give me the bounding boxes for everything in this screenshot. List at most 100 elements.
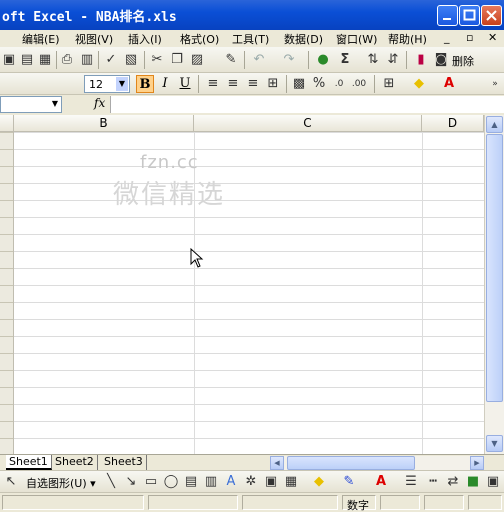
doc-minimize-icon[interactable]: _	[444, 31, 450, 44]
vertical-scrollbar[interactable]: ▲ ▼	[484, 115, 504, 454]
italic-button[interactable]: I	[156, 75, 174, 93]
percent-button[interactable]: %	[310, 75, 328, 93]
autoshapes-menu[interactable]: 自选图形(U) ▾	[26, 475, 96, 491]
spelling-icon[interactable]: ✓	[102, 51, 120, 69]
clipart-icon[interactable]: ▣	[262, 473, 280, 491]
tab-sheet2[interactable]: Sheet2	[52, 455, 98, 470]
print-icon[interactable]: ⎙	[58, 51, 76, 69]
cut-icon[interactable]: ✂	[148, 51, 166, 69]
delete-button[interactable]: 删除	[452, 53, 474, 69]
menu-window[interactable]: 窗口(W)	[336, 31, 377, 47]
status-cell	[380, 495, 420, 510]
close-button[interactable]	[481, 5, 502, 26]
increase-decimal-icon[interactable]: .0	[330, 75, 348, 93]
autosum-icon[interactable]: Σ	[336, 51, 354, 69]
line-style-icon[interactable]: ☰	[402, 473, 420, 491]
toolbar-options-icon[interactable]: »	[486, 75, 504, 93]
line-icon[interactable]: ╲	[102, 473, 120, 491]
font-size-value: 12	[89, 78, 103, 91]
scroll-left-icon[interactable]: ◀	[270, 456, 284, 470]
menu-help[interactable]: 帮助(H)	[388, 31, 427, 47]
rectangle-icon[interactable]: ▭	[142, 473, 160, 491]
row-headers[interactable]	[0, 132, 14, 454]
horizontal-scrollbar[interactable]: ◀ ▶	[270, 456, 484, 470]
save-icon[interactable]: ▤	[18, 51, 36, 69]
font-color-icon[interactable]: A	[372, 473, 390, 491]
print-preview-icon[interactable]: ▥	[78, 51, 96, 69]
doc-close-icon[interactable]: ✕	[488, 31, 497, 44]
select-objects-icon[interactable]: ↖	[2, 473, 20, 491]
diagram-icon[interactable]: ✲	[242, 473, 260, 491]
doc-restore-icon[interactable]: ▫	[466, 31, 473, 44]
maximize-button[interactable]	[459, 5, 480, 26]
dash-style-icon[interactable]: ┅	[424, 473, 442, 491]
status-cell	[468, 495, 502, 510]
font-size-select[interactable]: 12 ▼	[84, 75, 130, 93]
bold-button[interactable]: B	[136, 75, 154, 93]
vertical-textbox-icon[interactable]: ▥	[202, 473, 220, 491]
chevron-down-icon[interactable]: ▼	[52, 99, 58, 108]
shadow-icon[interactable]: ■	[464, 473, 482, 491]
merge-center-icon[interactable]: ⊞	[264, 75, 282, 93]
menu-bar: 编辑(E) 视图(V) 插入(I) 格式(O) 工具(T) 数据(D) 窗口(W…	[0, 30, 504, 47]
scroll-right-icon[interactable]: ▶	[470, 456, 484, 470]
tab-sheet1[interactable]: Sheet1	[6, 455, 52, 470]
separator	[374, 75, 375, 93]
minimize-button[interactable]	[437, 5, 458, 26]
undo-icon[interactable]: ↶	[250, 51, 268, 69]
menu-data[interactable]: 数据(D)	[284, 31, 323, 47]
borders-icon[interactable]: ⊞	[380, 75, 398, 93]
chevron-down-icon[interactable]: ▼	[116, 77, 128, 91]
picture-icon[interactable]: ▦	[282, 473, 300, 491]
column-header-b[interactable]: B	[14, 115, 194, 132]
name-box[interactable]: ▼	[0, 96, 62, 113]
column-header-c[interactable]: C	[194, 115, 422, 132]
currency-icon[interactable]: ▩	[290, 75, 308, 93]
menu-view[interactable]: 视图(V)	[75, 31, 113, 47]
font-color-icon[interactable]: A	[440, 75, 458, 93]
arrow-style-icon[interactable]: ⇄	[444, 473, 462, 491]
menu-insert[interactable]: 插入(I)	[128, 31, 162, 47]
menu-tools[interactable]: 工具(T)	[232, 31, 269, 47]
permission-icon[interactable]: ▦	[36, 51, 54, 69]
copy-icon[interactable]: ❐	[168, 51, 186, 69]
hyperlink-icon[interactable]: ●	[314, 51, 332, 69]
vertical-scroll-thumb[interactable]	[486, 134, 503, 402]
open-icon[interactable]: ▣	[0, 51, 18, 69]
textbox-icon[interactable]: ▤	[182, 473, 200, 491]
line-color-icon[interactable]: ✎	[340, 473, 358, 491]
wordart-icon[interactable]: A	[222, 473, 240, 491]
menu-format[interactable]: 格式(O)	[180, 31, 219, 47]
select-all-corner[interactable]	[0, 115, 14, 132]
sort-descending-icon[interactable]: ⇵	[384, 51, 402, 69]
underline-button[interactable]: U	[176, 75, 194, 93]
tab-sheet3[interactable]: Sheet3	[101, 455, 147, 470]
align-center-icon[interactable]: ≡	[224, 75, 242, 93]
format-painter-icon[interactable]: ✎	[222, 51, 240, 69]
research-icon[interactable]: ▧	[122, 51, 140, 69]
worksheet-grid[interactable]: fzn.cc 微信精选	[0, 132, 484, 454]
insert-function-button[interactable]: fx	[94, 96, 105, 110]
3d-icon[interactable]: ▣	[484, 473, 502, 491]
decrease-decimal-icon[interactable]: .00	[350, 75, 368, 93]
align-left-icon[interactable]: ≡	[204, 75, 222, 93]
scroll-down-icon[interactable]: ▼	[486, 435, 503, 452]
fill-color-icon[interactable]: ◆	[310, 473, 328, 491]
fill-color-icon[interactable]: ◆	[410, 75, 428, 93]
paste-icon[interactable]: ▨	[188, 51, 206, 69]
chart-wizard-icon[interactable]: ▮	[412, 51, 430, 69]
redo-icon[interactable]: ↷	[280, 51, 298, 69]
separator	[286, 75, 287, 93]
separator	[406, 51, 407, 69]
oval-icon[interactable]: ◯	[162, 473, 180, 491]
camera-icon[interactable]: ◙	[432, 51, 450, 69]
menu-edit[interactable]: 编辑(E)	[22, 31, 60, 47]
column-header-d[interactable]: D	[422, 115, 484, 132]
close-icon	[486, 10, 497, 21]
align-right-icon[interactable]: ≡	[244, 75, 262, 93]
sort-ascending-icon[interactable]: ⇅	[364, 51, 382, 69]
horizontal-scroll-thumb[interactable]	[287, 456, 415, 470]
arrow-icon[interactable]: ↘	[122, 473, 140, 491]
formula-input[interactable]	[110, 96, 504, 113]
scroll-up-icon[interactable]: ▲	[486, 116, 503, 133]
